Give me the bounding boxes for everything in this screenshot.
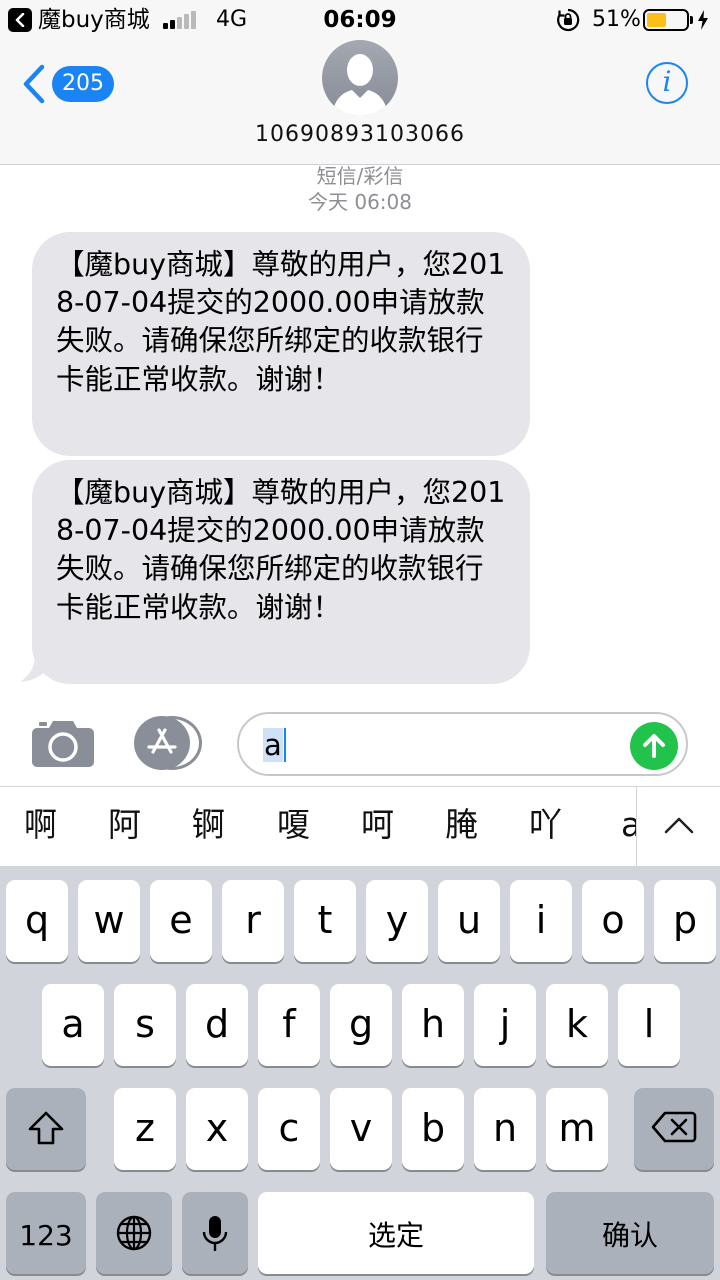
key-n[interactable]: n [474,1088,536,1170]
key-r[interactable]: r [222,880,284,962]
chevron-left-icon [23,64,45,104]
battery-tip [690,16,693,24]
key-s[interactable]: s [114,984,176,1066]
back-button[interactable]: 205 [22,62,122,106]
info-icon[interactable]: i [646,62,688,104]
backspace-key[interactable] [634,1088,714,1170]
key-b[interactable]: b [402,1088,464,1170]
keyboard: 123 选定 确认 qwertyuiop asdfghjkl zxcvbnm [0,866,720,1280]
message-timestamp: 今天 06:08 [308,190,412,214]
message-input-text: a [263,728,286,762]
arrow-up-icon [643,734,665,758]
battery-percent: 51% [592,7,641,32]
key-e[interactable]: e [150,880,212,962]
candidate-item[interactable]: a [621,805,636,845]
orientation-lock-icon [557,8,580,32]
space-key[interactable]: 选定 [258,1192,534,1274]
key-g[interactable]: g [330,984,392,1066]
camera-icon[interactable] [31,718,95,768]
message-type-label: 短信/彩信 [316,164,404,188]
key-f[interactable]: f [258,984,320,1066]
numbers-key-label: 123 [19,1219,73,1252]
key-i[interactable]: i [510,880,572,962]
app-store-button[interactable] [134,716,204,770]
candidate-item[interactable]: 呵 [361,805,394,845]
key-x[interactable]: x [186,1088,248,1170]
send-button[interactable] [630,722,678,770]
candidate-item[interactable]: 腌 [445,805,478,845]
contact-number[interactable]: 10690893103066 [0,120,720,150]
status-bar: 魔buy商城 4G 06:09 51% [0,0,720,40]
key-d[interactable]: d [186,984,248,1066]
ime-candidate-bar: a吖腌呵嗄锕阿啊 [0,786,720,867]
space-key-label: 选定 [367,1219,424,1252]
chevron-up-icon [664,817,694,834]
microphone-icon [202,1216,228,1251]
message-input-field[interactable]: a [237,712,688,776]
key-z[interactable]: z [114,1088,176,1170]
globe-key[interactable] [96,1192,172,1274]
expand-candidates-button[interactable] [636,787,720,867]
candidate-item[interactable]: 啊 [24,805,57,845]
candidate-item[interactable]: 嗄 [277,805,310,845]
conversation-header: 205 10690893103066 i [0,40,720,165]
key-y[interactable]: y [366,880,428,962]
key-k[interactable]: k [546,984,608,1066]
battery-icon [643,9,689,31]
key-w[interactable]: w [78,880,140,962]
person-silhouette-icon [332,54,388,116]
candidate-item[interactable]: 吖 [529,805,562,845]
delete-icon [651,1111,697,1143]
key-q[interactable]: q [6,880,68,962]
key-u[interactable]: u [438,880,500,962]
globe-icon [116,1215,152,1251]
key-p[interactable]: p [654,880,716,962]
shift-key[interactable] [6,1088,86,1170]
candidate-item[interactable]: 阿 [108,805,141,845]
numbers-key[interactable]: 123 [6,1192,86,1274]
candidate-item[interactable]: 锕 [192,805,225,845]
charging-bolt-icon [698,10,708,30]
received-message-bubble[interactable]: 【魔buy商城】尊敬的用户，您2018-07-04提交的2000.00申请放款失… [32,460,530,684]
key-t[interactable]: t [294,880,356,962]
key-h[interactable]: h [402,984,464,1066]
key-j[interactable]: j [474,984,536,1066]
app-store-icon [147,728,177,754]
return-key[interactable]: 确认 [546,1192,714,1274]
return-key-label: 确认 [601,1219,658,1252]
key-c[interactable]: c [258,1088,320,1170]
key-v[interactable]: v [330,1088,392,1170]
bubble-tail [20,646,58,682]
received-message-bubble[interactable]: 【魔buy商城】尊敬的用户，您2018-07-04提交的2000.00申请放款失… [32,232,530,456]
key-o[interactable]: o [582,880,644,962]
dictation-key[interactable] [182,1192,248,1274]
contact-avatar[interactable] [322,40,398,116]
key-a[interactable]: a [42,984,104,1066]
shift-arrow-icon [28,1111,64,1145]
unread-count-badge: 205 [52,66,114,102]
battery-level-fill [647,13,667,27]
key-l[interactable]: l [618,984,680,1066]
key-m[interactable]: m [546,1088,608,1170]
